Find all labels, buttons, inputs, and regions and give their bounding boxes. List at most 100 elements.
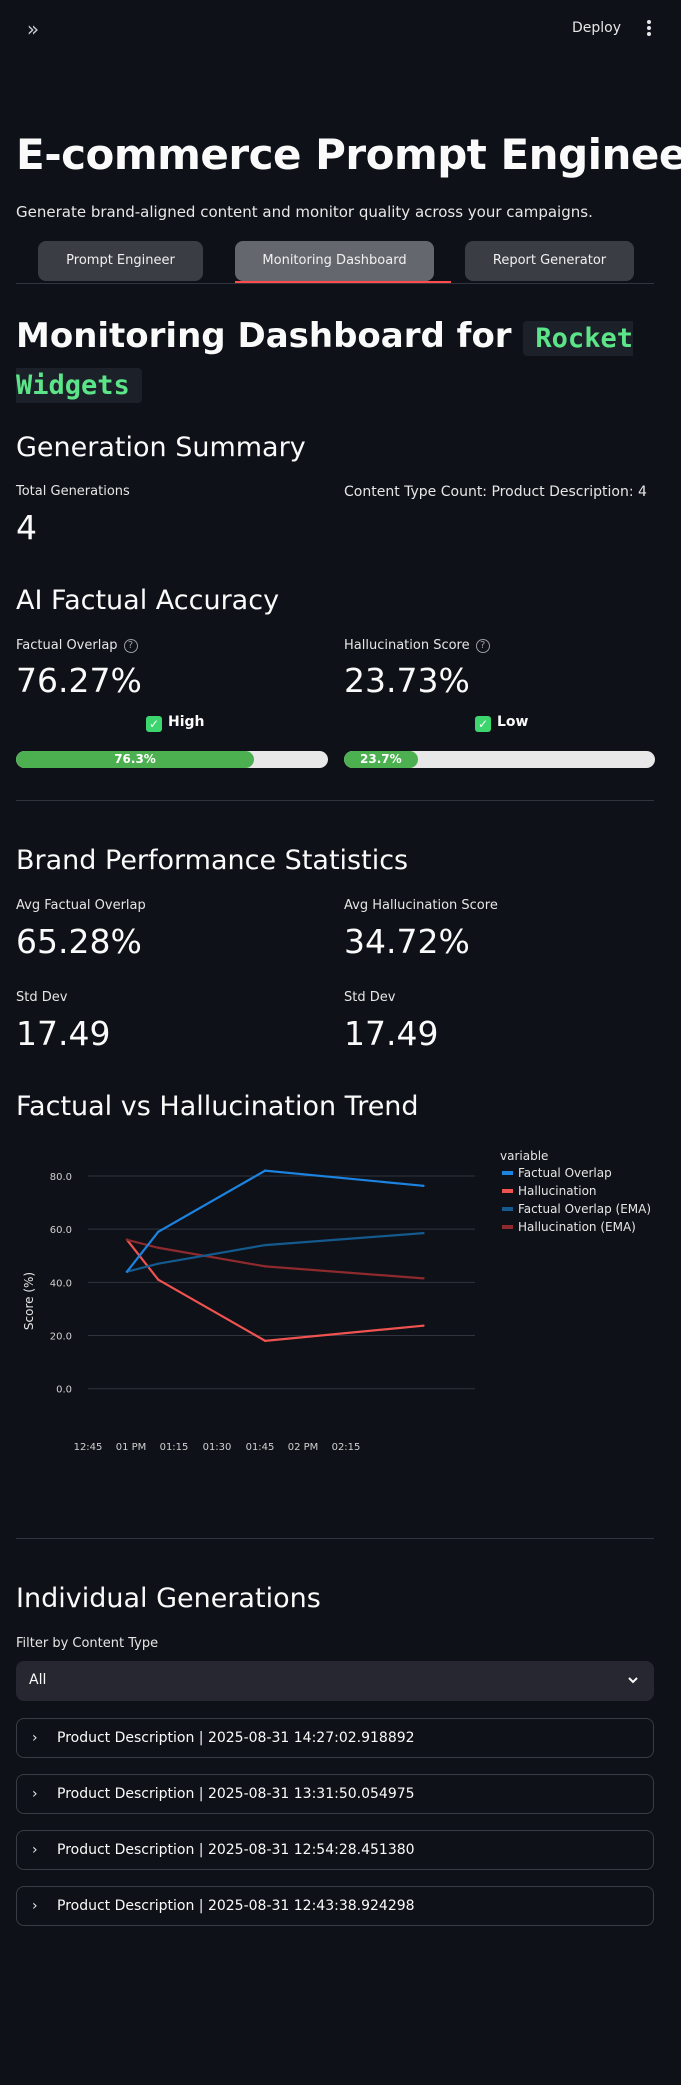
x-tick-label: 01:15 [160,1442,189,1453]
section-divider [16,1538,654,1539]
data-point [422,1184,425,1187]
legend-entry: Factual Overlap [518,1166,612,1180]
hallucination-rating-text: Low [497,714,529,730]
generation-expander[interactable]: › Product Description | 2025-08-31 13:31… [16,1774,654,1814]
section-divider [16,800,654,801]
chevron-right-icon: › [32,1786,38,1802]
data-point [422,1277,425,1280]
legend-entry: Factual Overlap (EMA) [518,1202,651,1216]
generation-title: Product Description | 2025-08-31 12:43:3… [57,1898,415,1914]
select-value: All [29,1672,47,1688]
data-point [263,1265,267,1268]
tab-bar: Prompt Engineer Monitoring Dashboard Rep… [16,241,654,284]
content-type-count: Content Type Count: Product Description:… [344,484,647,500]
generation-summary-heading: Generation Summary [16,432,306,463]
factual-rating: ✓ High [146,714,205,732]
x-tick-label: 01:30 [203,1442,232,1453]
factual-progress-bar: 76.3% [16,751,328,768]
std-dev-label: Std Dev [344,990,396,1005]
chevron-right-icon: › [32,1842,38,1858]
legend-title: variable [500,1149,548,1163]
x-tick-label: 01:45 [246,1442,275,1453]
tab-prompt-engineer[interactable]: Prompt Engineer [38,241,203,281]
generation-expander[interactable]: › Product Description | 2025-08-31 14:27… [16,1718,654,1758]
data-point [263,1243,267,1247]
std-dev-value: 17.49 [16,1014,111,1053]
data-point [263,1169,267,1172]
generations-heading: Individual Generations [16,1583,321,1614]
factual-overlap-label: Factual Overlap? [16,638,138,653]
std-dev-value: 17.49 [344,1014,439,1053]
total-generations-value: 4 [16,508,37,547]
generation-title: Product Description | 2025-08-31 12:54:2… [57,1842,415,1858]
tab-report-generator[interactable]: Report Generator [465,241,634,281]
double-chevron-right-icon[interactable]: » [22,18,44,40]
factual-progress-text: 76.3% [114,752,156,766]
app-subtitle: Generate brand-aligned content and monit… [16,203,593,221]
data-point [422,1324,425,1327]
y-tick-label: 0.0 [56,1385,72,1396]
checkmark-icon: ✓ [146,716,162,732]
y-axis-label: Score (%) [22,1272,36,1330]
factual-overlap-value: 76.27% [16,661,142,700]
generation-expander[interactable]: › Product Description | 2025-08-31 12:43… [16,1886,654,1926]
chevron-right-icon: › [32,1898,38,1914]
legend-entry: Hallucination (EMA) [518,1220,636,1234]
total-generations-label: Total Generations [16,484,130,499]
std-dev-label: Std Dev [16,990,68,1005]
app-title: E-commerce Prompt Engineer [16,130,681,179]
data-point [157,1230,160,1234]
avg-hallucination-label: Avg Hallucination Score [344,898,498,913]
trend-heading: Factual vs Hallucination Trend [16,1091,419,1122]
legend-entry: Hallucination [518,1184,597,1198]
tab-monitoring-dashboard[interactable]: Monitoring Dashboard [235,241,434,281]
series-line-hallucination [126,1239,424,1342]
hallucination-score-value: 23.73% [344,661,470,700]
factual-rating-text: High [168,714,205,730]
data-point [157,1246,160,1249]
x-axis-label: Generation Timestamp [207,1469,356,1470]
x-tick-label: 02 PM [288,1442,319,1453]
generation-title: Product Description | 2025-08-31 14:27:0… [57,1730,415,1746]
help-icon[interactable]: ? [475,638,490,653]
generation-expander[interactable]: › Product Description | 2025-08-31 12:54… [16,1830,654,1870]
series-line-hallucination-ema [126,1238,424,1280]
kebab-menu-icon[interactable] [640,18,658,40]
avg-factual-label: Avg Factual Overlap [16,898,146,913]
x-tick-label: 12:45 [74,1442,103,1453]
data-point [422,1231,425,1235]
top-bar: » Deploy [0,0,681,60]
chevron-down-icon [628,1677,638,1684]
active-tab-indicator [235,281,451,283]
deploy-button[interactable]: Deploy [572,20,621,36]
content-type-select[interactable]: All [16,1661,654,1701]
hallucination-score-label-text: Hallucination Score [344,638,470,653]
hallucination-progress-bar: 23.7% [344,751,655,768]
dashboard-title-prefix: Monitoring Dashboard for [16,316,512,356]
checkmark-icon: ✓ [475,716,491,732]
avg-factual-value: 65.28% [16,922,142,961]
series-line-factual-overlap-ema [126,1232,424,1273]
data-point [125,1270,129,1273]
chevron-right-icon: › [32,1730,38,1746]
filter-label: Filter by Content Type [16,1636,159,1651]
factual-overlap-label-text: Factual Overlap [16,638,118,653]
help-icon[interactable]: ? [123,638,138,653]
data-point [125,1238,129,1241]
hallucination-score-label: Hallucination Score? [344,638,490,653]
data-point [157,1278,160,1281]
data-point [263,1339,267,1343]
factual-accuracy-heading: AI Factual Accuracy [16,585,280,616]
brand-stats-heading: Brand Performance Statistics [16,845,409,876]
y-tick-label: 80.0 [50,1172,72,1183]
x-tick-label: 01 PM [116,1442,147,1453]
hallucination-rating: ✓ Low [475,714,528,732]
generation-title: Product Description | 2025-08-31 13:31:5… [57,1786,415,1802]
dashboard-title: Monitoring Dashboard for Rocket Widgets [16,314,636,408]
data-point [157,1262,160,1265]
y-tick-label: 20.0 [50,1332,72,1343]
avg-hallucination-value: 34.72% [344,922,470,961]
x-tick-label: 02:15 [332,1442,361,1453]
series-line-factual-overlap [126,1169,424,1273]
trend-line-chart: 0.0 20.0 40.0 60.0 80.0 12:45 01 PM 01:15 01:30 0… [22,1149,651,1470]
